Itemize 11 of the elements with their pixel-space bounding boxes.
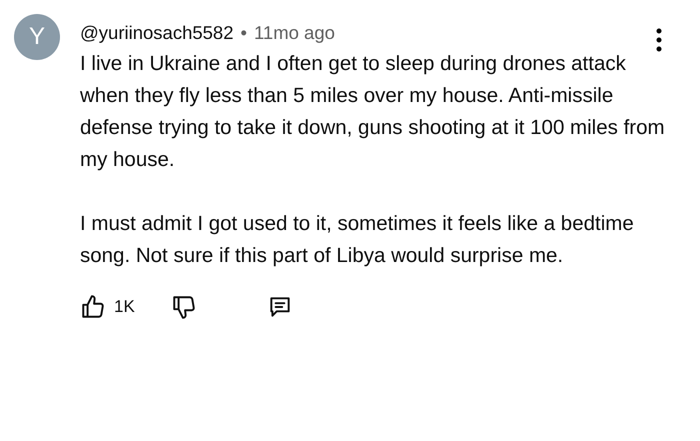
thumbs-up-icon xyxy=(80,294,106,320)
comment-text: I live in Ukraine and I often get to sleep during drones attack when they fly less than 5 miles over my house. Anti-missile defense trying to take it down, guns shooting at it 100 miles from my house. xyxy=(80,51,666,173)
comment-time[interactable]: 11mo ago xyxy=(254,22,335,44)
like-button[interactable]: 1K xyxy=(80,294,135,320)
separator: • xyxy=(240,22,247,44)
more-icon xyxy=(656,28,662,52)
author-name[interactable]: @yuriinosach5582 xyxy=(80,22,234,44)
more-menu-button[interactable] xyxy=(656,28,662,52)
comment-text: I must admit I got used to it, sometimes it feels like a bedtime song. Not sure if this part of Libya would surprise me. xyxy=(80,211,635,269)
dislike-button[interactable] xyxy=(170,294,197,320)
thumbs-down-icon xyxy=(170,294,197,320)
